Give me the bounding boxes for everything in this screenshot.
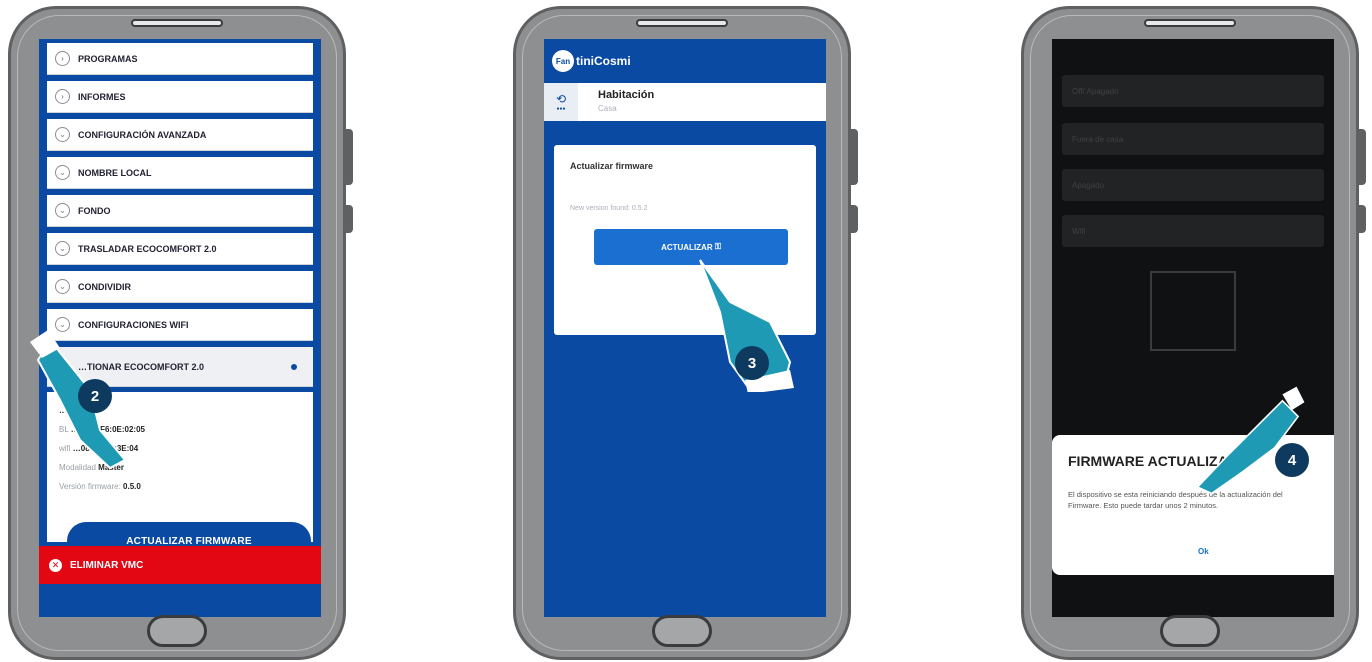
room-title: Habitación [598, 89, 655, 101]
tap-hand-icon [1196, 386, 1305, 495]
home-button [1160, 615, 1220, 647]
menu-item-nombre-local[interactable]: ⌄ NOMBRE LOCAL [47, 157, 313, 189]
side-button [849, 129, 858, 185]
phone-3: Off/ Apagado Fuera de casa Apagado Wifi … [1021, 6, 1366, 660]
menu-item-trasladar[interactable]: ⌄ TRASLADAR ECOCOMFORT 2.0 [47, 233, 313, 265]
dimmed-row: Fuera de casa [1062, 123, 1324, 155]
ok-button[interactable]: Ok [1198, 547, 1209, 556]
speaker-grille [636, 19, 728, 27]
screen-firmware-done: Off/ Apagado Fuera de casa Apagado Wifi … [1052, 39, 1334, 617]
room-header[interactable]: ⟲ ●●● Habitación Casa [544, 83, 826, 121]
menu-item-programas[interactable]: › PROGRAMAS [47, 43, 313, 75]
dimmed-row: Wifi [1062, 215, 1324, 247]
menu-item-fondo[interactable]: ⌄ FONDO [47, 195, 313, 227]
speaker-grille [131, 19, 223, 27]
screen-settings: › PROGRAMAS › INFORMES ⌄ CONFIGURACIÓN AVAN… [39, 39, 321, 617]
chevron-right-icon: › [55, 89, 70, 104]
ventilation-icon: ⟲ ●●● [544, 83, 578, 121]
dimmed-chart-icon [1150, 271, 1236, 351]
room-subtitle: Casa [598, 104, 617, 113]
step-badge: 3 [735, 346, 769, 380]
dimmed-row: Apagado [1062, 169, 1324, 201]
chevron-down-icon: ⌄ [55, 241, 70, 256]
home-button [652, 615, 712, 647]
app-header: Fan tiniCosmi [544, 39, 826, 83]
chevron-right-icon: › [55, 51, 70, 66]
menu-item-condividir[interactable]: ⌄ CONDIVIDIR [47, 271, 313, 303]
close-icon: ✕ [49, 558, 62, 572]
lock-icon: ⚿ [714, 242, 721, 251]
side-button [1357, 205, 1366, 233]
side-button [344, 205, 353, 233]
active-dot-icon [291, 363, 297, 370]
phone-2: Fan tiniCosmi ⟲ ●●● Habitación Casa Actua… [513, 6, 858, 660]
speaker-grille [1144, 19, 1236, 27]
dimmed-row: Off/ Apagado [1062, 75, 1324, 107]
chevron-down-icon: ⌄ [55, 279, 70, 294]
side-button [344, 129, 353, 185]
info-line-firmware: Versión firmware: 0.5.0 [59, 482, 141, 491]
new-version-text: New version found: 0.5.2 [570, 205, 648, 212]
delete-vmc-button[interactable]: ✕ ELIMINAR VMC [39, 546, 321, 584]
menu-item-configuracion-avanzada[interactable]: ⌄ CONFIGURACIÓN AVANZADA [47, 119, 313, 151]
fantinicosmi-logo: Fan [552, 50, 574, 72]
side-button [1357, 129, 1366, 185]
chevron-down-icon: ⌄ [55, 203, 70, 218]
step-badge: 4 [1275, 443, 1309, 477]
chevron-down-icon: ⌄ [55, 165, 70, 180]
logo-text: tiniCosmi [576, 54, 631, 68]
step-badge: 2 [78, 379, 112, 413]
chevron-down-icon: ⌄ [55, 127, 70, 142]
side-button [849, 205, 858, 233]
menu-item-informes[interactable]: › INFORMES [47, 81, 313, 113]
card-title: Actualizar firmware [570, 161, 654, 171]
home-button [147, 615, 207, 647]
